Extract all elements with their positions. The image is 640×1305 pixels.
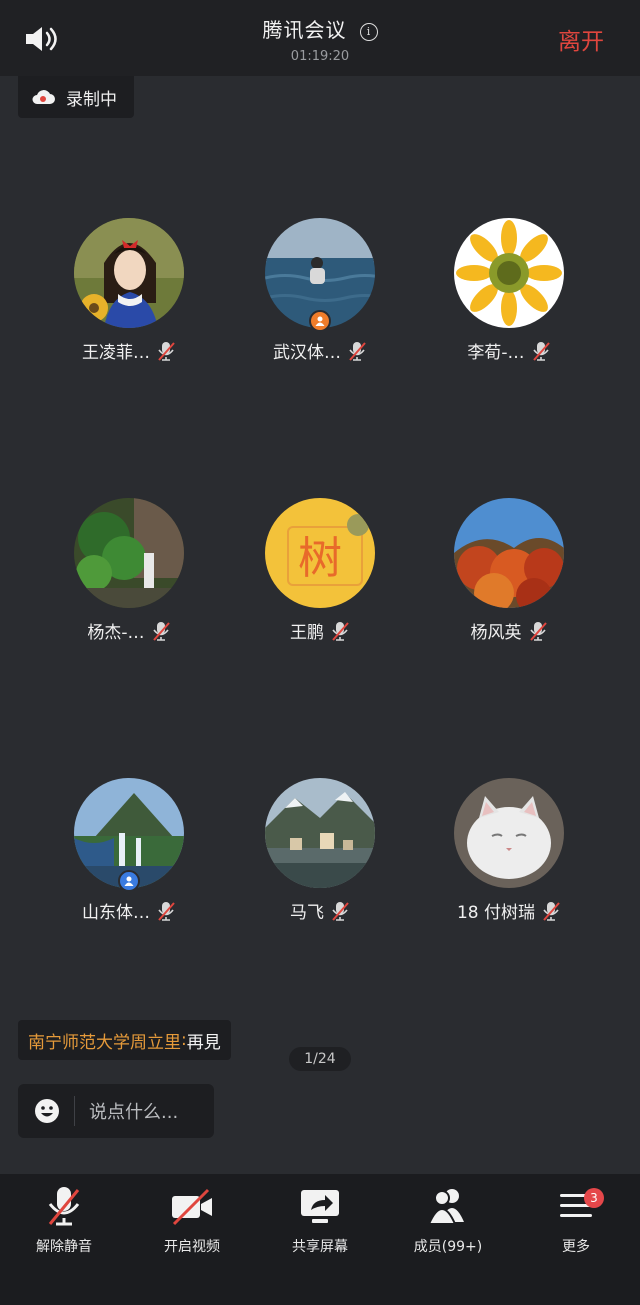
participant-tile[interactable]: 18 付树瑞 [414, 778, 604, 923]
mic-muted-icon [152, 621, 170, 641]
participant-avatar[interactable] [454, 778, 564, 888]
participant-tile[interactable]: 树 王鹏 [225, 498, 415, 643]
participant-tile[interactable]: 杨风英 [414, 498, 604, 643]
start-video-button[interactable]: 开启视频 [128, 1184, 256, 1256]
cloud-record-icon [32, 90, 55, 104]
participant-name: 杨杰-… [87, 623, 145, 643]
chat-text: 再見 [186, 1032, 221, 1053]
user-icon [124, 876, 134, 886]
start-video-label: 开启视频 [164, 1239, 220, 1255]
mic-muted-icon [332, 901, 349, 921]
members-icon [427, 1189, 464, 1225]
participant-tile[interactable]: 李荀-… [414, 218, 604, 363]
mic-muted-icon [349, 341, 366, 361]
user-icon [315, 316, 325, 326]
more-label: 更多 [562, 1239, 590, 1255]
emoji-icon[interactable] [34, 1098, 60, 1124]
members-label: 成员(99+) [413, 1239, 483, 1255]
mic-muted-icon [158, 341, 175, 361]
mic-muted-icon [543, 901, 560, 921]
video-off-icon [172, 1188, 212, 1226]
share-screen-icon [301, 1190, 339, 1223]
participant-name: 杨风英 [470, 623, 522, 643]
participant-tile[interactable]: 武汉体… [225, 218, 415, 363]
recording-badge[interactable]: 录制中 [18, 76, 134, 118]
mic-muted-icon [332, 621, 349, 641]
top-bar: 腾讯会议 i 01:19:20 离开 [0, 0, 640, 76]
members-button[interactable]: 成员(99+) [384, 1184, 512, 1256]
host-badge [118, 870, 140, 892]
host-badge [309, 310, 331, 332]
unmute-button[interactable]: 解除静音 [0, 1184, 128, 1256]
participant-name: 王鹏 [290, 623, 324, 643]
participant-avatar[interactable] [74, 498, 184, 608]
participant-avatar[interactable] [454, 498, 564, 614]
mic-muted-icon [532, 341, 550, 361]
participant-tile[interactable]: 马飞 [225, 778, 415, 923]
recording-label: 录制中 [66, 89, 117, 110]
chat-message: 南宁师范大学周立里 : 再見 [18, 1020, 231, 1060]
meeting-title: 腾讯会议 [262, 18, 347, 42]
bottom-toolbar: 解除静音 开启视频 共享屏幕 成员(99+) 3 更多 [0, 1174, 640, 1305]
share-screen-button[interactable]: 共享屏幕 [256, 1184, 384, 1256]
chat-input[interactable]: 说点什么... [18, 1084, 214, 1138]
mic-muted-icon [529, 621, 547, 641]
divider [74, 1096, 75, 1126]
participant-avatar[interactable]: 树 [265, 498, 375, 608]
participant-avatar[interactable] [454, 218, 564, 328]
page-indicator: 1/24 [289, 1047, 351, 1071]
mic-muted-icon [158, 901, 175, 921]
leave-button[interactable]: 离开 [558, 22, 604, 56]
participant-name: 王凌菲… [82, 343, 150, 363]
participant-name: 武汉体… [273, 343, 341, 363]
share-screen-label: 共享屏幕 [292, 1239, 348, 1255]
participant-name: 山东体… [82, 903, 150, 923]
unmute-label: 解除静音 [36, 1239, 92, 1255]
participant-avatar[interactable] [74, 218, 184, 328]
mic-muted-icon [48, 1187, 80, 1226]
meeting-timer: 01:19:20 [290, 49, 350, 64]
chat-sender: 南宁师范大学周立里 [28, 1032, 181, 1053]
participant-avatar[interactable] [265, 778, 375, 888]
chat-input-placeholder: 说点什么... [89, 1102, 179, 1123]
more-button[interactable]: 3 更多 [512, 1184, 640, 1256]
meeting-title-area: 腾讯会议 i 01:19:20 [0, 14, 640, 64]
participant-tile[interactable]: 杨杰-… [34, 498, 224, 643]
info-icon[interactable]: i [359, 23, 378, 41]
participant-tile[interactable]: 王凌菲… [34, 218, 224, 363]
participant-name: 18 付树瑞 [456, 903, 536, 923]
participant-tile[interactable]: 山东体… [34, 778, 224, 923]
participant-name: 马飞 [290, 903, 324, 923]
participant-name: 李荀-… [467, 343, 525, 363]
notification-badge: 3 [584, 1188, 604, 1208]
